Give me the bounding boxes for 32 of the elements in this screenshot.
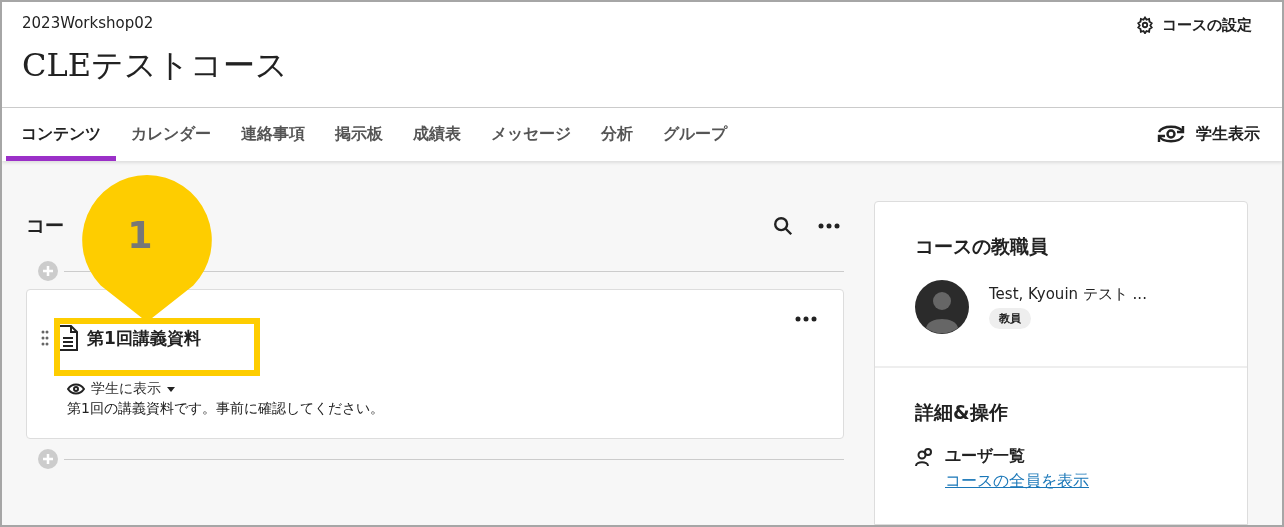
nav-tab[interactable]: 掲示板: [320, 107, 398, 161]
nav-tab[interactable]: カレンダー: [116, 107, 226, 161]
content-description: 第1回の講義資料です。事前に確認してください。: [67, 400, 385, 418]
users-icon: [915, 446, 935, 467]
nav-tab[interactable]: 分析: [586, 107, 648, 161]
eye-icon: [67, 383, 85, 395]
nav-tab[interactable]: メッセージ: [476, 107, 586, 161]
nav-tab[interactable]: 連絡事項: [226, 107, 320, 161]
content-title-link[interactable]: 第1回講義資料: [87, 326, 201, 350]
staff-name: Test, Kyouin テスト ...: [989, 285, 1147, 304]
staff-heading: コースの教職員: [915, 234, 1049, 259]
course-code: 2023Workshop02: [22, 14, 155, 32]
document-icon: [57, 324, 79, 352]
nav-tab[interactable]: 成績表: [398, 107, 476, 161]
course-title: CLEテストコース: [22, 45, 289, 86]
settings-icon: [1136, 16, 1154, 34]
visibility-dropdown[interactable]: 学生に表示: [67, 380, 175, 398]
student-view-button[interactable]: 学生表示: [1150, 107, 1266, 161]
users-label: ユーザ一覧: [945, 446, 1025, 467]
caret-icon: [167, 386, 175, 392]
plus-icon: [43, 266, 53, 276]
avatar-silhouette: [915, 280, 969, 334]
section-heading: コー: [26, 213, 64, 238]
nav-tab[interactable]: グループ: [648, 107, 742, 161]
view-all-members-link[interactable]: コースの全員を表示: [945, 471, 1207, 492]
drag-handle-icon[interactable]: [41, 330, 49, 346]
nav-tab[interactable]: コンテンツ: [6, 107, 116, 161]
details-heading: 詳細&操作: [915, 400, 1009, 425]
plus-icon: [43, 454, 53, 464]
more-icon[interactable]: [795, 316, 817, 322]
course-settings-link[interactable]: コースの設定: [1136, 14, 1252, 36]
role-tag: 教員: [989, 308, 1031, 329]
